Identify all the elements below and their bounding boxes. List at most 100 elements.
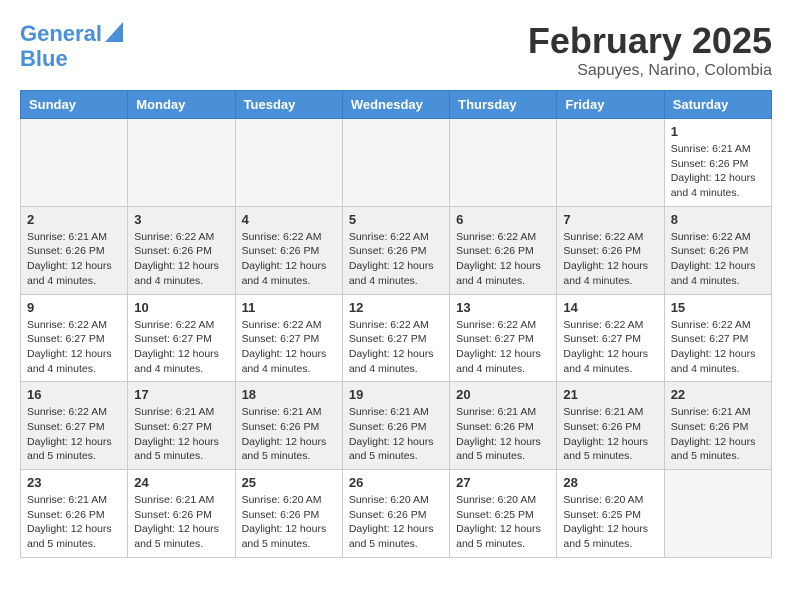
calendar-cell: 18 Sunrise: 6:21 AM Sunset: 6:26 PM Dayli…	[235, 382, 342, 470]
day-number: 4	[242, 212, 336, 227]
month-title: February 2025	[528, 20, 772, 62]
day-number: 12	[349, 300, 443, 315]
day-info: Sunrise: 6:22 AM Sunset: 6:27 PM Dayligh…	[134, 318, 228, 377]
day-info: Sunrise: 6:22 AM Sunset: 6:26 PM Dayligh…	[563, 230, 657, 289]
calendar-cell: 26Sunrise: 6:20 AM Sunset: 6:26 PM Dayli…	[342, 470, 449, 558]
day-info: Sunrise: 6:22 AM Sunset: 6:27 PM Dayligh…	[456, 318, 550, 377]
calendar-cell: 15Sunrise: 6:22 AM Sunset: 6:27 PM Dayli…	[664, 294, 771, 382]
day-info: Sunrise: 6:22 AM Sunset: 6:27 PM Dayligh…	[242, 318, 336, 377]
day-info: Sunrise: 6:20 AM Sunset: 6:25 PM Dayligh…	[563, 493, 657, 552]
calendar-table: SundayMondayTuesdayWednesdayThursdayFrid…	[20, 90, 772, 558]
calendar-cell: 23 Sunrise: 6:21 AM Sunset: 6:26 PM Dayli…	[21, 470, 128, 558]
calendar-cell: 17Sunrise: 6:21 AM Sunset: 6:27 PM Dayli…	[128, 382, 235, 470]
calendar-cell	[21, 119, 128, 207]
calendar-header-friday: Friday	[557, 91, 664, 119]
day-number: 1	[671, 124, 765, 139]
day-number: 2	[27, 212, 121, 227]
calendar-week-row-4: 23 Sunrise: 6:21 AM Sunset: 6:26 PM Dayli…	[21, 470, 772, 558]
calendar-cell	[235, 119, 342, 207]
day-number: 28	[563, 475, 657, 490]
day-number: 10	[134, 300, 228, 315]
calendar-cell: 5 Sunrise: 6:22 AM Sunset: 6:26 PM Daylig…	[342, 206, 449, 294]
calendar-cell: 22 Sunrise: 6:21 AM Sunset: 6:26 PM Dayli…	[664, 382, 771, 470]
day-number: 25	[242, 475, 336, 490]
page-header: General Blue February 2025 Sapuyes, Nari…	[20, 20, 772, 80]
calendar-cell: 19Sunrise: 6:21 AM Sunset: 6:26 PM Dayli…	[342, 382, 449, 470]
day-info: Sunrise: 6:21 AM Sunset: 6:26 PM Dayligh…	[671, 405, 765, 464]
calendar-header-wednesday: Wednesday	[342, 91, 449, 119]
calendar-cell	[342, 119, 449, 207]
day-number: 11	[242, 300, 336, 315]
calendar-header-monday: Monday	[128, 91, 235, 119]
calendar-cell: 12Sunrise: 6:22 AM Sunset: 6:27 PM Dayli…	[342, 294, 449, 382]
day-number: 24	[134, 475, 228, 490]
logo-text-blue: Blue	[20, 47, 123, 71]
calendar-week-row-3: 16Sunrise: 6:22 AM Sunset: 6:27 PM Dayli…	[21, 382, 772, 470]
day-info: Sunrise: 6:21 AM Sunset: 6:26 PM Dayligh…	[242, 405, 336, 464]
day-number: 17	[134, 387, 228, 402]
day-info: Sunrise: 6:21 AM Sunset: 6:26 PM Dayligh…	[563, 405, 657, 464]
calendar-cell: 25 Sunrise: 6:20 AM Sunset: 6:26 PM Dayli…	[235, 470, 342, 558]
day-info: Sunrise: 6:20 AM Sunset: 6:26 PM Dayligh…	[242, 493, 336, 552]
calendar-cell: 7 Sunrise: 6:22 AM Sunset: 6:26 PM Daylig…	[557, 206, 664, 294]
day-info: Sunrise: 6:21 AM Sunset: 6:26 PM Dayligh…	[27, 230, 121, 289]
day-info: Sunrise: 6:22 AM Sunset: 6:27 PM Dayligh…	[563, 318, 657, 377]
day-number: 9	[27, 300, 121, 315]
calendar-week-row-0: 1 Sunrise: 6:21 AM Sunset: 6:26 PM Daylig…	[21, 119, 772, 207]
logo: General Blue	[20, 20, 123, 72]
calendar-cell: 1 Sunrise: 6:21 AM Sunset: 6:26 PM Daylig…	[664, 119, 771, 207]
calendar-header-thursday: Thursday	[450, 91, 557, 119]
day-number: 22	[671, 387, 765, 402]
day-number: 5	[349, 212, 443, 227]
day-number: 8	[671, 212, 765, 227]
day-number: 23	[27, 475, 121, 490]
day-info: Sunrise: 6:22 AM Sunset: 6:26 PM Dayligh…	[349, 230, 443, 289]
day-number: 7	[563, 212, 657, 227]
day-number: 13	[456, 300, 550, 315]
day-info: Sunrise: 6:21 AM Sunset: 6:26 PM Dayligh…	[27, 493, 121, 552]
calendar-cell: 20 Sunrise: 6:21 AM Sunset: 6:26 PM Dayli…	[450, 382, 557, 470]
calendar-cell: 13 Sunrise: 6:22 AM Sunset: 6:27 PM Dayli…	[450, 294, 557, 382]
day-number: 27	[456, 475, 550, 490]
day-number: 18	[242, 387, 336, 402]
day-info: Sunrise: 6:20 AM Sunset: 6:25 PM Dayligh…	[456, 493, 550, 552]
day-number: 3	[134, 212, 228, 227]
location: Sapuyes, Narino, Colombia	[528, 62, 772, 80]
calendar-cell: 24 Sunrise: 6:21 AM Sunset: 6:26 PM Dayli…	[128, 470, 235, 558]
calendar-cell: 2 Sunrise: 6:21 AM Sunset: 6:26 PM Daylig…	[21, 206, 128, 294]
calendar-header-tuesday: Tuesday	[235, 91, 342, 119]
day-info: Sunrise: 6:22 AM Sunset: 6:26 PM Dayligh…	[242, 230, 336, 289]
calendar-cell: 21Sunrise: 6:21 AM Sunset: 6:26 PM Dayli…	[557, 382, 664, 470]
day-info: Sunrise: 6:21 AM Sunset: 6:26 PM Dayligh…	[671, 142, 765, 201]
calendar-cell: 4 Sunrise: 6:22 AM Sunset: 6:26 PM Daylig…	[235, 206, 342, 294]
logo-text-general: General	[20, 22, 102, 46]
day-info: Sunrise: 6:22 AM Sunset: 6:26 PM Dayligh…	[134, 230, 228, 289]
day-number: 6	[456, 212, 550, 227]
day-number: 16	[27, 387, 121, 402]
day-info: Sunrise: 6:22 AM Sunset: 6:26 PM Dayligh…	[456, 230, 550, 289]
calendar-cell: 3 Sunrise: 6:22 AM Sunset: 6:26 PM Daylig…	[128, 206, 235, 294]
day-info: Sunrise: 6:21 AM Sunset: 6:26 PM Dayligh…	[349, 405, 443, 464]
calendar-cell: 10 Sunrise: 6:22 AM Sunset: 6:27 PM Dayli…	[128, 294, 235, 382]
day-number: 26	[349, 475, 443, 490]
calendar-header-row: SundayMondayTuesdayWednesdayThursdayFrid…	[21, 91, 772, 119]
calendar-header-sunday: Sunday	[21, 91, 128, 119]
calendar-cell	[450, 119, 557, 207]
calendar-cell: 16Sunrise: 6:22 AM Sunset: 6:27 PM Dayli…	[21, 382, 128, 470]
calendar-week-row-1: 2 Sunrise: 6:21 AM Sunset: 6:26 PM Daylig…	[21, 206, 772, 294]
calendar-cell	[664, 470, 771, 558]
calendar-cell: 6 Sunrise: 6:22 AM Sunset: 6:26 PM Daylig…	[450, 206, 557, 294]
day-number: 20	[456, 387, 550, 402]
day-info: Sunrise: 6:22 AM Sunset: 6:27 PM Dayligh…	[671, 318, 765, 377]
logo-icon	[105, 22, 123, 42]
calendar-cell: 27 Sunrise: 6:20 AM Sunset: 6:25 PM Dayli…	[450, 470, 557, 558]
calendar-cell: 14Sunrise: 6:22 AM Sunset: 6:27 PM Dayli…	[557, 294, 664, 382]
calendar-cell: 9Sunrise: 6:22 AM Sunset: 6:27 PM Daylig…	[21, 294, 128, 382]
day-info: Sunrise: 6:21 AM Sunset: 6:26 PM Dayligh…	[134, 493, 228, 552]
day-info: Sunrise: 6:21 AM Sunset: 6:26 PM Dayligh…	[456, 405, 550, 464]
calendar-header-saturday: Saturday	[664, 91, 771, 119]
calendar-week-row-2: 9 Sunrise: 6:22 AM Sunset: 6:27 PM Daylig…	[21, 294, 772, 382]
calendar-cell: 28 Sunrise: 6:20 AM Sunset: 6:25 PM Dayli…	[557, 470, 664, 558]
calendar-cell: 11 Sunrise: 6:22 AM Sunset: 6:27 PM Dayli…	[235, 294, 342, 382]
calendar-cell	[557, 119, 664, 207]
